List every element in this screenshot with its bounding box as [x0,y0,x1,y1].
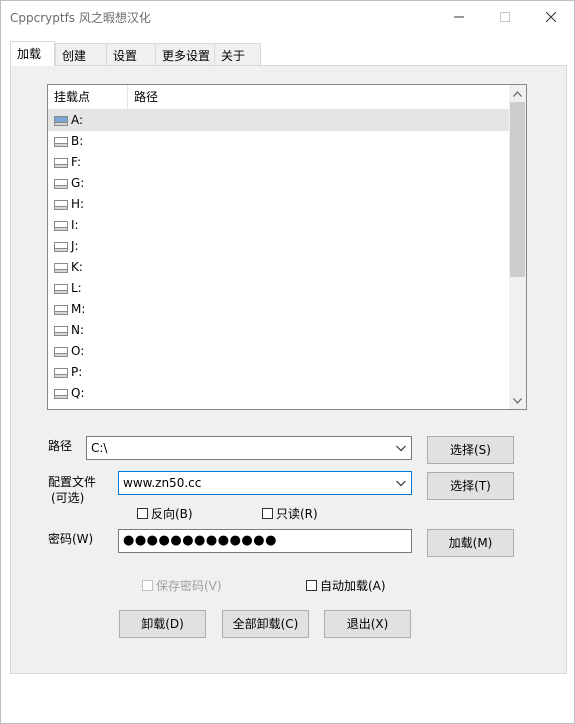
path-label: 路径 [48,439,73,453]
drive-letter: N: [71,323,85,337]
list-item[interactable]: I: [48,215,509,236]
list-item[interactable]: B: [48,131,509,152]
drive-letter: P: [71,365,83,379]
unmount-all-button[interactable]: 全部卸载(C) [222,610,309,638]
drive-icon [54,221,68,231]
column-header-mount-point[interactable]: 挂载点 [48,85,128,109]
exit-button[interactable]: 退出(X) [324,610,411,638]
auto-mount-checkbox[interactable]: 自动加载(A) [306,577,386,594]
column-header-path[interactable]: 路径 [128,85,509,109]
close-icon [546,12,556,22]
minimize-icon [454,16,464,18]
list-item[interactable]: Q: [48,383,509,404]
list-header: 挂载点 路径 [48,85,509,110]
minimize-button[interactable] [436,1,482,33]
list-item[interactable]: A: [48,110,509,131]
drive-letter: J: [71,239,79,253]
app-window: Cppcryptfs 风之暇想汉化 加载 创建 设置 更多设置 关于 挂载点 路… [0,0,575,724]
path-value: C:\ [91,441,108,455]
list-item[interactable]: F: [48,152,509,173]
select-config-button[interactable]: 选择(T) [427,472,514,500]
scroll-up-arrow[interactable] [509,85,526,102]
list-item[interactable]: L: [48,278,509,299]
list-item[interactable]: G: [48,173,509,194]
checkbox-box [306,580,317,591]
drive-icon [54,347,68,357]
drive-icon [54,389,68,399]
checkbox-box [142,580,153,591]
maximize-icon [500,12,510,22]
config-file-value: www.zn50.cc [123,476,202,490]
drive-letter: H: [71,197,85,211]
list-item[interactable]: H: [48,194,509,215]
chevron-down-icon [396,480,406,487]
path-combobox[interactable]: C:\ [86,436,412,460]
drive-icon [54,116,68,126]
drive-icon [54,179,68,189]
drive-list[interactable]: 挂载点 路径 A: B: F: G: H: I: J: K: L: M: N: O: P: Q: [47,84,527,410]
window-title: Cppcryptfs 风之暇想汉化 [10,11,151,25]
drive-icon [54,305,68,315]
drive-letter: I: [71,218,79,232]
drive-icon [54,368,68,378]
unmount-button[interactable]: 卸载(D) [119,610,206,638]
drive-letter: M: [71,302,86,316]
mount-panel: 挂载点 路径 A: B: F: G: H: I: J: K: L: M: N: O: P: Q: 路径 C… [10,65,567,674]
list-item[interactable]: N: [48,320,509,341]
readonly-checkbox[interactable]: 只读(R) [262,505,318,522]
vertical-scrollbar[interactable] [509,85,526,409]
maximize-button [482,1,528,33]
drive-letter: B: [71,134,84,148]
tab-more-settings[interactable]: 更多设置 [155,43,215,65]
tab-settings[interactable]: 设置 [106,43,156,65]
drive-icon [54,137,68,147]
list-item[interactable]: K: [48,257,509,278]
config-file-combobox[interactable]: www.zn50.cc [118,471,412,495]
scroll-thumb[interactable] [510,102,525,277]
password-label: 密码(W) [48,532,94,546]
drive-letter: Q: [71,386,85,400]
drive-icon [54,200,68,210]
chevron-down-icon [513,397,522,404]
save-password-checkbox: 保存密码(V) [142,577,222,594]
config-file-label: 配置文件 [48,475,97,489]
chevron-up-icon [513,90,522,97]
list-item[interactable]: M: [48,299,509,320]
list-rows: A: B: F: G: H: I: J: K: L: M: N: O: P: Q: [48,110,509,404]
list-item[interactable]: J: [48,236,509,257]
drive-letter: K: [71,260,83,274]
drive-icon [54,158,68,168]
tab-about[interactable]: 关于 [214,43,261,65]
select-path-button[interactable]: 选择(S) [427,436,514,464]
drive-icon [54,326,68,336]
drive-icon [54,284,68,294]
tab-create[interactable]: 创建 [55,43,107,65]
drive-letter: G: [71,176,85,190]
drive-icon [54,242,68,252]
tab-mount[interactable]: 加载 [10,41,55,66]
close-button[interactable] [528,1,574,33]
checkbox-box [262,508,273,519]
title-bar[interactable]: Cppcryptfs 风之暇想汉化 [1,1,574,33]
checkbox-box [137,508,148,519]
drive-letter: O: [71,344,85,358]
password-input[interactable]: ●●●●●●●●●●●●● [118,529,412,553]
config-file-optional-label: (可选) [51,491,85,505]
drive-letter: A: [71,113,84,127]
chevron-down-icon [396,445,406,452]
drive-icon [54,263,68,273]
password-mask: ●●●●●●●●●●●●● [123,533,277,548]
drive-letter: L: [71,281,82,295]
mount-button[interactable]: 加载(M) [427,529,514,557]
scroll-down-arrow[interactable] [509,392,526,409]
reverse-checkbox[interactable]: 反向(B) [137,505,193,522]
drive-letter: F: [71,155,82,169]
list-item[interactable]: P: [48,362,509,383]
list-item[interactable]: O: [48,341,509,362]
